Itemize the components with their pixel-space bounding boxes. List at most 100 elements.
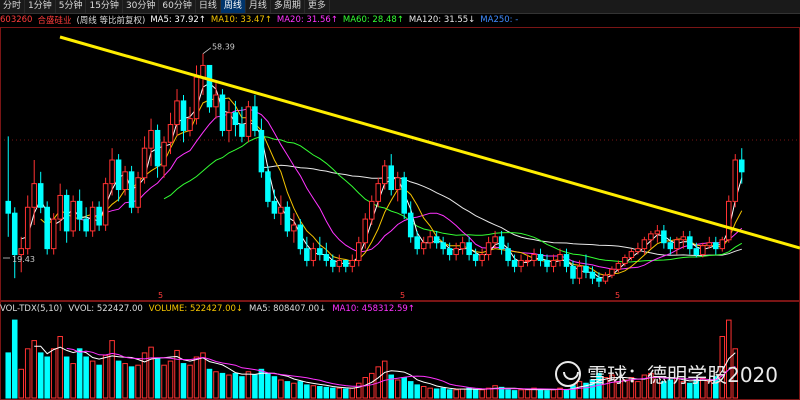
volume-bar: [187, 364, 193, 399]
volume-bar: [44, 356, 50, 399]
candle-body: [518, 259, 524, 267]
volume-bar: [459, 388, 466, 399]
ma60-line: [163, 135, 743, 263]
volume-bar: [265, 372, 271, 399]
candle-body: [641, 239, 648, 250]
candle-body: [407, 212, 414, 238]
volume-bar: [524, 389, 531, 399]
event-marker-0: 5: [158, 291, 163, 300]
low-price-label: 19.43: [12, 255, 35, 264]
volume-bar: [304, 384, 310, 399]
volume-bar: [141, 352, 148, 399]
volume-bar: [492, 385, 498, 399]
candle-body: [427, 236, 433, 244]
volume-bar: [5, 352, 12, 399]
volume-bar: [239, 376, 245, 399]
candle-body: [161, 141, 167, 167]
volume-bar: [362, 377, 369, 399]
volume-bar: [427, 387, 433, 399]
candle-body: [297, 224, 304, 250]
candle-body: [557, 254, 563, 261]
candle-body: [466, 242, 472, 256]
volume-bar: [180, 363, 187, 399]
volume-bar: [70, 363, 76, 399]
candle-body: [596, 277, 602, 282]
volume-bar: [330, 387, 336, 399]
candle-body: [206, 64, 213, 108]
kline-chart[interactable]: 58.39 19.43 5 5 5: [0, 0, 800, 400]
candle-body: [368, 200, 375, 220]
candle-body: [330, 259, 336, 267]
vol-label-4: MA10: 458312.59↑: [332, 304, 415, 314]
volume-bar: [63, 356, 70, 399]
candle-body: [654, 230, 661, 235]
volume-info-bar: VOL-TDX(5,10) VVOL: 522427.00 VOLUME: 5224…: [0, 303, 421, 315]
candle-body: [284, 206, 291, 232]
candle-body: [76, 200, 83, 220]
candle-body: [11, 212, 18, 256]
candle-body: [700, 245, 706, 256]
candle-body: [531, 254, 537, 261]
candle-body: [24, 206, 31, 250]
volume-bar: [336, 387, 343, 399]
candle-body: [109, 159, 115, 185]
volume-bar: [24, 348, 31, 399]
candle-body: [135, 177, 141, 208]
candle-body: [635, 248, 641, 253]
candle-body: [219, 94, 226, 131]
vol-label-3: MA5: 808407.00↓: [249, 304, 327, 314]
volume-bar: [109, 340, 115, 399]
candle-body: [258, 129, 265, 173]
candle-body: [622, 257, 628, 264]
volume-bar: [252, 374, 258, 399]
volume-bar: [271, 376, 278, 399]
candle-body: [122, 171, 128, 191]
candle-body: [96, 206, 102, 226]
candle-body: [304, 248, 310, 261]
candle-body: [187, 118, 193, 131]
candle-body: [57, 194, 63, 220]
candle-body: [706, 242, 713, 247]
volume-bar: [291, 382, 297, 399]
watermark: 雪球：德明学股2020: [555, 359, 778, 388]
volume-bar: [550, 389, 557, 399]
candle-body: [511, 259, 518, 267]
volume-bar: [193, 356, 200, 399]
volume-bar: [297, 381, 304, 399]
candle-body: [589, 271, 596, 279]
volume-bar: [148, 346, 154, 399]
candle-body: [362, 218, 369, 244]
volume-bar: [57, 336, 63, 399]
candle-body: [291, 224, 297, 232]
candle-body: [50, 218, 57, 250]
volume-bar: [433, 388, 440, 399]
volume-bar: [83, 356, 89, 399]
candle-body: [680, 236, 687, 241]
volume-bar: [96, 364, 102, 399]
candle-body: [433, 236, 440, 244]
candle-body: [148, 129, 154, 149]
candle-body: [602, 274, 609, 282]
candle-body: [713, 242, 719, 250]
candle-body: [63, 194, 70, 232]
candle-body: [394, 177, 401, 191]
candle-body: [609, 268, 615, 276]
candle-body: [232, 112, 239, 126]
volume-bar: [18, 368, 24, 399]
candle-body: [239, 124, 245, 137]
volume-bar: [89, 360, 96, 399]
volume-bar: [368, 372, 375, 399]
candle-body: [278, 206, 284, 214]
volume-bar: [537, 389, 544, 399]
candle-body: [349, 259, 356, 267]
volume-bar: [349, 387, 356, 399]
candle-body: [544, 259, 550, 267]
candle-body: [550, 259, 557, 267]
volume-bar: [401, 377, 407, 399]
candle-body: [420, 242, 427, 250]
candle-body: [563, 254, 570, 267]
volume-bar: [472, 389, 479, 399]
candle-body: [83, 218, 89, 232]
candle-body: [213, 94, 219, 108]
candle-body: [524, 259, 531, 262]
